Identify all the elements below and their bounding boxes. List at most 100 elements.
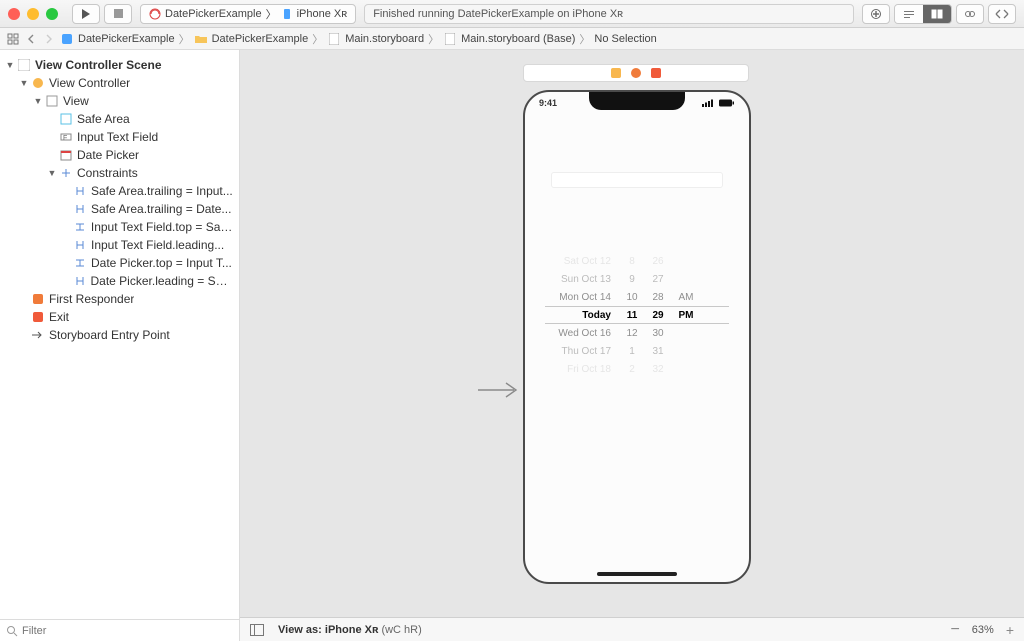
vc-dock-icon[interactable] — [611, 68, 621, 78]
safe-area-row[interactable]: Safe Area — [0, 110, 239, 128]
storyboard-canvas[interactable]: 9:41 Sat Oct 12826 Sun Oct 13927 Mon Oct… — [240, 50, 1024, 617]
entry-arrow-icon — [476, 380, 520, 400]
constraint-label: Date Picker.top = Input T... — [91, 256, 232, 270]
library-button[interactable] — [862, 4, 890, 24]
stop-button[interactable] — [104, 4, 132, 24]
picker-row[interactable]: Mon Oct 141028AM — [545, 288, 729, 306]
view-as-label: View as: — [278, 624, 322, 636]
inspectors-toggle-button[interactable] — [988, 4, 1016, 24]
entry-point-row[interactable]: Storyboard Entry Point — [0, 326, 239, 344]
project-icon — [60, 32, 74, 46]
first-responder-row[interactable]: First Responder — [0, 290, 239, 308]
zoom-controls: − 63% + — [950, 621, 1014, 639]
picker-row[interactable]: Sun Oct 13927 — [545, 270, 729, 288]
constraint-row[interactable]: Date Picker.leading = Saf... — [0, 272, 239, 290]
window-controls — [8, 8, 58, 20]
document-outline: ▼View Controller Scene ▼View Controller … — [0, 50, 240, 641]
zoom-in-button[interactable]: + — [1006, 622, 1014, 638]
constraints-row[interactable]: ▼Constraints — [0, 164, 239, 182]
outline-filter-bar — [0, 619, 239, 641]
assistant-editor-button[interactable] — [923, 5, 951, 23]
constraint-row[interactable]: Input Text Field.top = Saf... — [0, 218, 239, 236]
zoom-out-button[interactable]: − — [950, 621, 959, 639]
view-as-traits: (wC hR) — [381, 624, 421, 636]
run-controls — [72, 4, 132, 24]
constraint-label: Input Text Field.top = Saf... — [91, 220, 233, 234]
related-items-icon[interactable] — [6, 32, 20, 46]
minimize-window[interactable] — [27, 8, 39, 20]
zoom-level[interactable]: 63% — [972, 624, 994, 636]
exit-dock-icon[interactable] — [651, 68, 661, 78]
editor-mode-segment[interactable] — [894, 4, 952, 24]
constraint-label: Safe Area.trailing = Date... — [91, 202, 231, 216]
text-field-row[interactable]: F Input Text Field — [0, 128, 239, 146]
picker-row[interactable]: Wed Oct 161230 — [545, 324, 729, 342]
canvas-bottom-bar: View as: iPhone Xʀ (wC hR) − 63% + — [240, 617, 1024, 641]
device-statusbar: 9:41 — [525, 96, 749, 110]
chevron-right-icon: 〉 — [266, 6, 277, 22]
vc-label: View Controller — [49, 76, 130, 90]
date-picker-row[interactable]: Date Picker — [0, 146, 239, 164]
first-responder-label: First Responder — [49, 292, 134, 306]
constraint-label: Safe Area.trailing = Input... — [91, 184, 233, 198]
constraints-label: Constraints — [77, 166, 138, 180]
jump-bar: DatePickerExample〉 DatePickerExample〉 Ma… — [0, 28, 1024, 50]
constraint-row[interactable]: Input Text Field.leading... — [0, 236, 239, 254]
view-controller-row[interactable]: ▼View Controller — [0, 74, 239, 92]
filter-icon — [6, 625, 18, 637]
view-label: View — [63, 94, 89, 108]
standard-editor-button[interactable] — [895, 5, 923, 23]
date-picker-label: Date Picker — [77, 148, 139, 162]
crumb-3[interactable]: Main.storyboard (Base) — [461, 33, 575, 45]
input-text-field[interactable] — [551, 172, 723, 188]
crumb-4[interactable]: No Selection — [594, 33, 656, 45]
battery-icon — [719, 99, 735, 107]
close-window[interactable] — [8, 8, 20, 20]
activity-status: Finished running DatePickerExample on iP… — [364, 4, 854, 24]
date-picker[interactable]: Sat Oct 12826 Sun Oct 13927 Mon Oct 1410… — [545, 252, 729, 378]
constraint-label: Date Picker.leading = Saf... — [91, 274, 234, 288]
storyboard-icon — [443, 32, 457, 46]
outline-toggle-icon[interactable] — [250, 624, 264, 636]
crumb-2[interactable]: Main.storyboard — [345, 33, 424, 45]
titlebar: DatePickerExample 〉 iPhone Xʀ Finished r… — [0, 0, 1024, 28]
svg-text:F: F — [63, 135, 67, 142]
device-icon — [281, 8, 293, 20]
crumb-1[interactable]: DatePickerExample — [212, 33, 309, 45]
text-field-label: Input Text Field — [77, 130, 158, 144]
nav-forward-button[interactable] — [42, 32, 56, 46]
view-as-button[interactable]: View as: iPhone Xʀ (wC hR) — [278, 624, 422, 636]
status-text: Finished running DatePickerExample on iP… — [373, 8, 623, 20]
exit-row[interactable]: Exit — [0, 308, 239, 326]
run-button[interactable] — [72, 4, 100, 24]
picker-row[interactable]: Fri Oct 18232 — [545, 360, 729, 378]
scene-row[interactable]: ▼View Controller Scene — [0, 56, 239, 74]
constraint-row[interactable]: Safe Area.trailing = Input... — [0, 182, 239, 200]
signal-icon — [702, 99, 716, 107]
outline-filter-input[interactable] — [22, 625, 233, 637]
scheme-selector[interactable]: DatePickerExample 〉 iPhone Xʀ — [140, 4, 356, 24]
scheme-app-label: DatePickerExample — [165, 8, 262, 20]
zoom-window[interactable] — [46, 8, 58, 20]
picker-row-selected[interactable]: Today1129PM — [545, 306, 729, 324]
code-review-button[interactable] — [956, 4, 984, 24]
picker-row[interactable]: Thu Oct 17131 — [545, 342, 729, 360]
constraint-label: Input Text Field.leading... — [91, 238, 224, 252]
crumb-0[interactable]: DatePickerExample — [78, 33, 175, 45]
app-icon — [149, 8, 161, 20]
status-right-icons — [702, 99, 735, 107]
first-responder-dock-icon[interactable] — [631, 68, 641, 78]
constraint-row[interactable]: Date Picker.top = Input T... — [0, 254, 239, 272]
outline-tree[interactable]: ▼View Controller Scene ▼View Controller … — [0, 50, 239, 619]
constraint-row[interactable]: Safe Area.trailing = Date... — [0, 200, 239, 218]
scene-label: View Controller Scene — [35, 58, 162, 72]
picker-row[interactable]: Sat Oct 12826 — [545, 252, 729, 270]
nav-back-button[interactable] — [24, 32, 38, 46]
device-frame[interactable]: 9:41 Sat Oct 12826 Sun Oct 13927 Mon Oct… — [523, 90, 751, 584]
scene-dock[interactable] — [523, 64, 749, 82]
scheme-device-label: iPhone Xʀ — [297, 8, 348, 20]
view-row[interactable]: ▼View — [0, 92, 239, 110]
status-time: 9:41 — [539, 98, 557, 108]
canvas-area: 9:41 Sat Oct 12826 Sun Oct 13927 Mon Oct… — [240, 50, 1024, 641]
storyboard-icon — [327, 32, 341, 46]
